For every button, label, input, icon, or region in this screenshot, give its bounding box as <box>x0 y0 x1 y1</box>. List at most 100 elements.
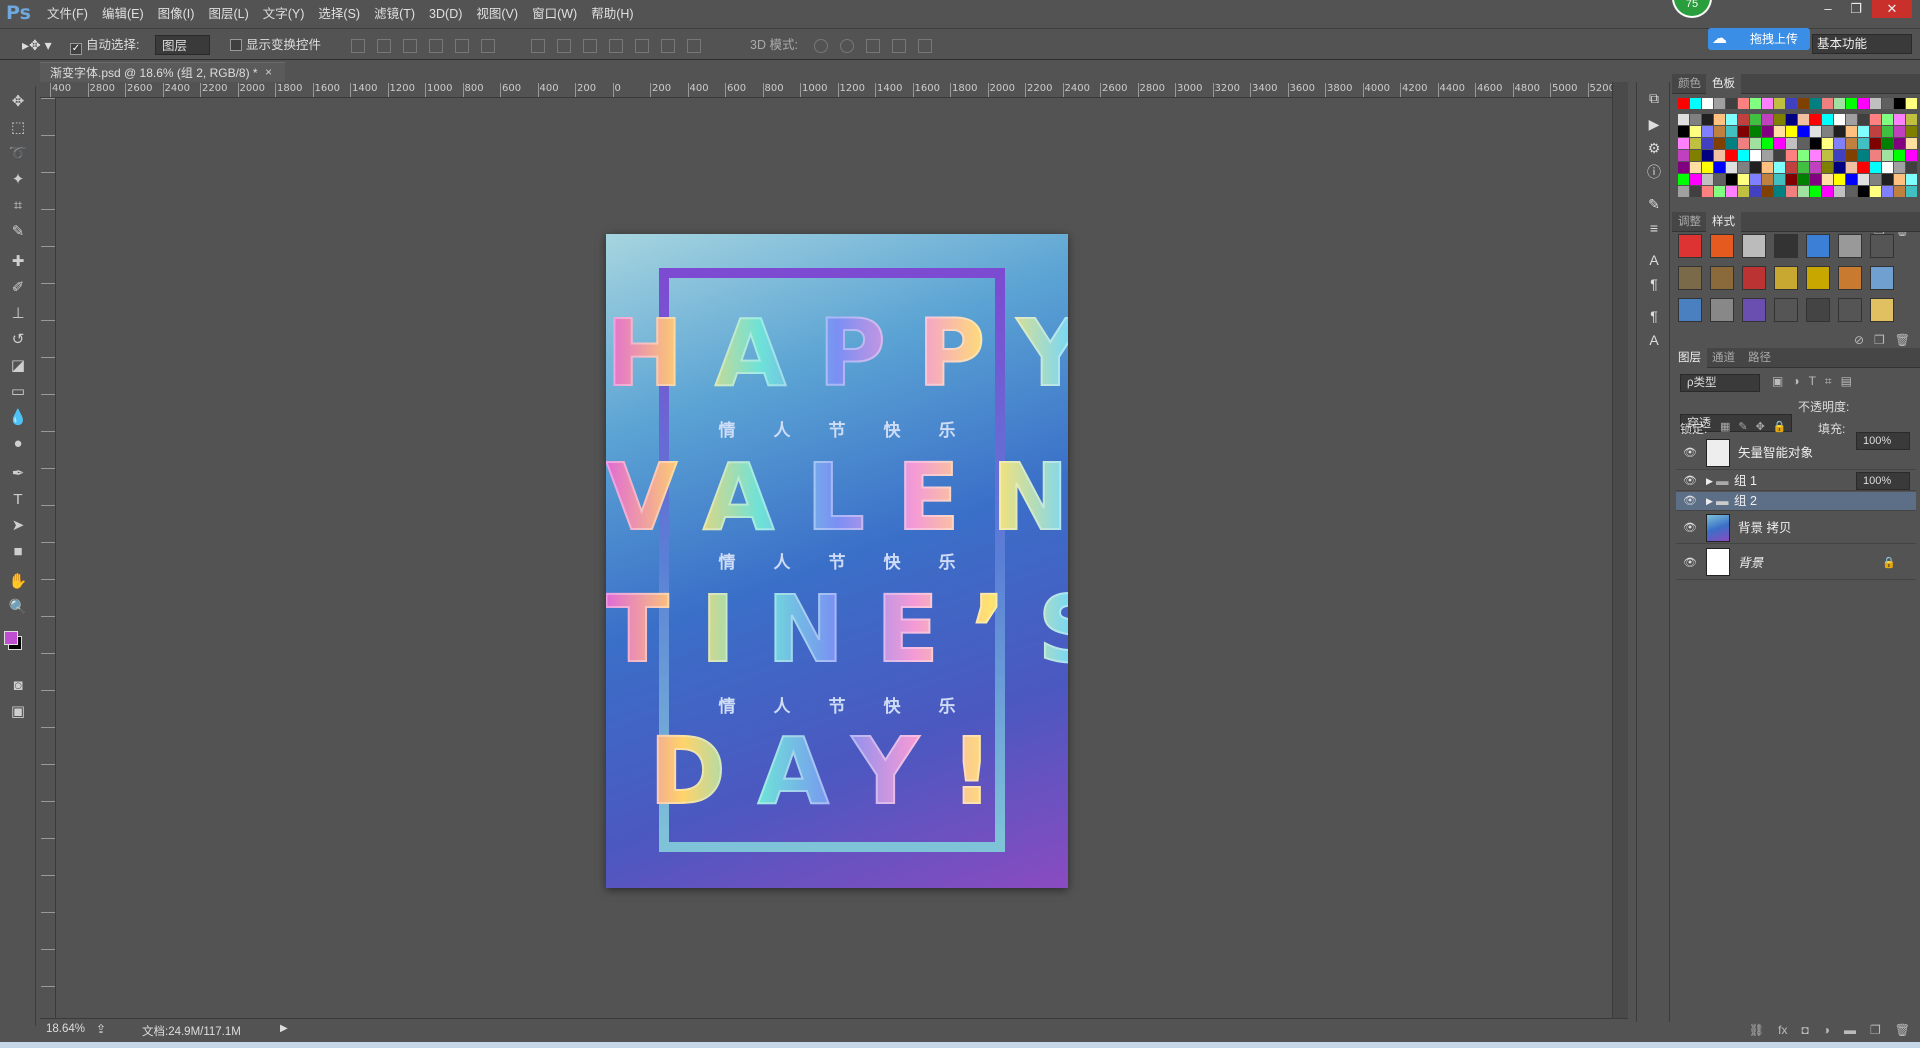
delete-style-icon[interactable]: 🗑 <box>1895 330 1910 350</box>
color-swatch[interactable] <box>1750 174 1761 185</box>
distribute-top-icon[interactable] <box>531 38 545 53</box>
color-swatch[interactable] <box>1678 162 1689 173</box>
style-swatch[interactable] <box>1774 234 1798 258</box>
color-swatch[interactable] <box>1810 174 1821 185</box>
color-swatch[interactable] <box>1882 138 1893 149</box>
color-swatch[interactable] <box>1798 114 1809 125</box>
color-swatch[interactable] <box>1774 150 1785 161</box>
pen-tool-icon[interactable]: ✒ <box>8 464 28 484</box>
tab-swatches[interactable]: 色板 <box>1706 74 1741 94</box>
color-swatch[interactable] <box>1690 98 1701 109</box>
color-swatch[interactable] <box>1906 162 1917 173</box>
color-swatch[interactable] <box>1834 138 1845 149</box>
color-swatch[interactable] <box>1738 98 1749 109</box>
color-swatch[interactable] <box>1870 114 1881 125</box>
color-swatch[interactable] <box>1894 150 1905 161</box>
color-swatch[interactable] <box>1750 126 1761 137</box>
color-swatch[interactable] <box>1882 186 1893 197</box>
color-swatch[interactable] <box>1834 150 1845 161</box>
auto-align-icon[interactable] <box>687 38 701 53</box>
color-swatch[interactable] <box>1762 186 1773 197</box>
new-group-icon[interactable]: ▬ <box>1844 1020 1856 1040</box>
new-layer-icon[interactable]: ❐ <box>1870 1020 1881 1040</box>
3d-scale-icon[interactable] <box>918 38 932 53</box>
color-swatch[interactable] <box>1798 150 1809 161</box>
color-swatch[interactable] <box>1822 162 1833 173</box>
color-swatch[interactable] <box>1750 162 1761 173</box>
history-panel-icon[interactable]: ⧉ <box>1646 90 1662 106</box>
link-layers-icon[interactable]: ⛓ <box>1749 1020 1764 1040</box>
color-swatch[interactable] <box>1846 162 1857 173</box>
color-swatch[interactable] <box>1690 174 1701 185</box>
brush-presets-icon[interactable]: ≡ <box>1646 220 1662 236</box>
color-swatch[interactable] <box>1810 150 1821 161</box>
share-icon[interactable]: ⇪ <box>96 1022 106 1036</box>
status-menu-arrow-icon[interactable]: ▶ <box>280 1023 288 1034</box>
color-swatch[interactable] <box>1714 126 1725 137</box>
lock-icons[interactable]: ▦✎✥🔒 <box>1720 420 1795 433</box>
color-swatch[interactable] <box>1906 114 1917 125</box>
color-swatch[interactable] <box>1894 186 1905 197</box>
color-swatch[interactable] <box>1714 174 1725 185</box>
color-swatch[interactable] <box>1870 138 1881 149</box>
color-swatch[interactable] <box>1894 174 1905 185</box>
color-swatch[interactable] <box>1738 138 1749 149</box>
color-swatch[interactable] <box>1702 98 1713 109</box>
color-swatch[interactable] <box>1726 126 1737 137</box>
color-swatch[interactable] <box>1834 98 1845 109</box>
tab-paths[interactable]: 路径 <box>1742 348 1777 368</box>
color-swatch[interactable] <box>1822 186 1833 197</box>
color-swatch[interactable] <box>1858 126 1869 137</box>
color-swatch[interactable] <box>1870 186 1881 197</box>
color-swatch[interactable] <box>1810 162 1821 173</box>
zoom-tool-icon[interactable]: 🔍 <box>8 598 28 618</box>
3d-slide-icon[interactable] <box>892 38 906 53</box>
color-swatch[interactable] <box>1894 126 1905 137</box>
dodge-tool-icon[interactable]: ● <box>8 434 28 454</box>
menu-select[interactable]: 选择(S) <box>311 0 367 28</box>
layer-row-group-1[interactable]: 👁 ▶ ▬ 组 1 <box>1676 472 1916 491</box>
layer-row-group-2[interactable]: 👁 ▶ ▬ 组 2 <box>1676 492 1916 511</box>
color-swatch[interactable] <box>1786 138 1797 149</box>
color-swatch[interactable] <box>1834 126 1845 137</box>
tab-channels[interactable]: 通道 <box>1706 348 1741 368</box>
swatches-grid[interactable] <box>1678 98 1917 216</box>
color-swatch[interactable] <box>1774 174 1785 185</box>
color-swatch[interactable] <box>1762 150 1773 161</box>
align-left-icon[interactable] <box>429 38 443 53</box>
color-swatch[interactable] <box>1714 98 1725 109</box>
menu-window[interactable]: 窗口(W) <box>525 0 584 28</box>
color-swatch[interactable] <box>1726 98 1737 109</box>
color-swatch[interactable] <box>1798 98 1809 109</box>
style-swatch[interactable] <box>1678 298 1702 322</box>
color-swatch[interactable] <box>1870 162 1881 173</box>
style-swatch[interactable] <box>1838 298 1862 322</box>
color-swatch[interactable] <box>1870 174 1881 185</box>
distribute-vcenter-icon[interactable] <box>557 38 571 53</box>
workspace-dropdown[interactable]: 基本功能 <box>1812 34 1912 54</box>
style-swatch[interactable] <box>1870 266 1894 290</box>
lasso-tool-icon[interactable]: ➰ <box>8 144 28 164</box>
align-right-icon[interactable] <box>481 38 495 53</box>
color-swatch[interactable] <box>1846 186 1857 197</box>
color-swatch[interactable] <box>1678 174 1689 185</box>
3d-pan-icon[interactable] <box>866 38 880 53</box>
info-panel-icon[interactable]: ⓘ <box>1646 164 1662 180</box>
color-swatch[interactable] <box>1822 138 1833 149</box>
color-swatch[interactable] <box>1702 174 1713 185</box>
expand-arrow-icon[interactable]: ▶ <box>1706 472 1713 491</box>
color-swatch[interactable] <box>1750 150 1761 161</box>
styles-grid[interactable] <box>1678 234 1906 324</box>
color-swatch[interactable] <box>1738 126 1749 137</box>
style-swatch[interactable] <box>1742 298 1766 322</box>
restore-button[interactable]: ❐ <box>1844 0 1868 18</box>
color-swatch[interactable] <box>1726 114 1737 125</box>
document-tab[interactable]: 渐变字体.psd @ 18.6% (组 2, RGB/8) * <box>40 62 285 82</box>
show-transform-checkbox[interactable]: 显示变换控件 <box>230 35 321 55</box>
color-swatch[interactable] <box>1798 186 1809 197</box>
color-swatch[interactable] <box>1882 126 1893 137</box>
color-swatch[interactable] <box>1894 138 1905 149</box>
color-swatch[interactable] <box>1822 150 1833 161</box>
color-swatch[interactable] <box>1774 162 1785 173</box>
marquee-tool-icon[interactable]: ⬚ <box>8 118 28 138</box>
